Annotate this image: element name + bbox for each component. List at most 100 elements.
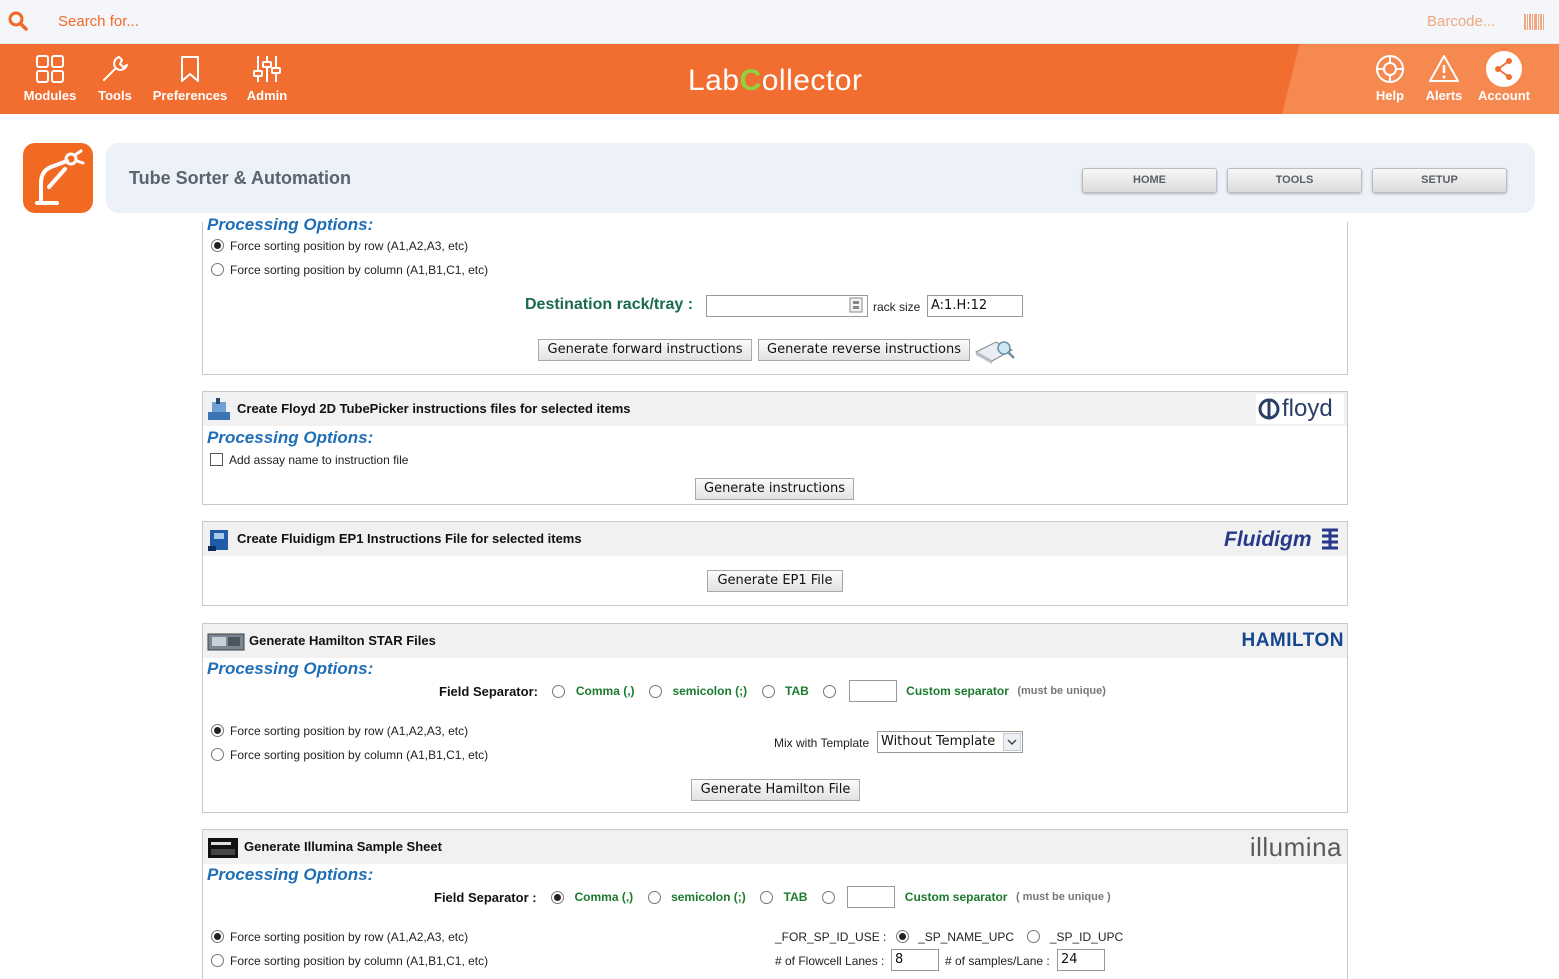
home-button[interactable]: HOME: [1082, 168, 1217, 193]
sort-by-row-radio[interactable]: [211, 239, 224, 252]
illumina-title: Generate Illumina Sample Sheet: [244, 839, 442, 854]
hamilton-custom-input[interactable]: [848, 680, 897, 702]
logo-text-3: ollector: [761, 64, 863, 97]
nav-tools-label: Tools: [98, 88, 132, 103]
sp-id-radio[interactable]: [1027, 930, 1041, 943]
fluidigm-panel: Create Fluidigm EP1 Instructions File fo…: [202, 521, 1348, 606]
hamilton-tab-label: TAB: [785, 684, 809, 698]
picker-icon[interactable]: [849, 297, 863, 313]
sp-name-radio[interactable]: [895, 930, 909, 943]
hamilton-title: Generate Hamilton STAR Files: [249, 633, 436, 648]
generate-hamilton-button[interactable]: Generate Hamilton File: [691, 779, 860, 801]
illumina-custom-radio[interactable]: [821, 890, 835, 904]
floyd-title: Create Floyd 2D TubePicker instructions …: [237, 401, 631, 416]
sp-id-use-row: _FOR_SP_ID_USE : _SP_NAME_UPC _SP_ID_UPC: [775, 930, 1123, 944]
fluidigm-device-icon: [208, 530, 228, 551]
mix-template-select[interactable]: Without Template: [877, 731, 1023, 753]
grid-icon: [36, 55, 64, 83]
rack-size-input[interactable]: A:1.H:12: [927, 295, 1023, 317]
assay-name-checkbox[interactable]: [210, 453, 223, 466]
hamilton-logo-part1: HAMILT: [1241, 630, 1315, 651]
scanner-icon[interactable]: [974, 336, 1016, 364]
search-input[interactable]: Search for...: [58, 13, 139, 30]
sort-by-column-label: Force sorting position by column (A1,B1,…: [230, 263, 489, 277]
samples-per-lane-input[interactable]: 24: [1057, 949, 1105, 971]
assay-name-label: Add assay name to instruction file: [229, 453, 409, 467]
flowcell-lanes-label: # of Flowcell Lanes :: [775, 954, 885, 968]
floyd-logo: floyd: [1256, 394, 1344, 424]
illumina-logo-text: illumina: [1249, 832, 1342, 862]
labcollector-logo[interactable]: LabCollector: [688, 64, 862, 98]
hamilton-sort-column-radio[interactable]: [211, 748, 224, 761]
wrench-icon: [103, 56, 128, 81]
illumina-sort-column-radio[interactable]: [211, 954, 224, 967]
illumina-comma-radio[interactable]: [551, 890, 565, 904]
nav-modules[interactable]: Modules: [20, 44, 80, 114]
fluidigm-logo-text: Fluidigm: [1224, 528, 1312, 551]
nav-tools[interactable]: Tools: [92, 44, 138, 114]
hamilton-logo-text: HAMILTON: [1241, 630, 1344, 651]
illumina-sort-row-radio[interactable]: [211, 930, 224, 943]
barcode-icon[interactable]: [1524, 14, 1544, 30]
illumina-custom-input[interactable]: [847, 886, 896, 908]
sp-id-use-label: _FOR_SP_ID_USE :: [775, 930, 887, 944]
nav-help[interactable]: Help: [1368, 44, 1412, 114]
hamilton-field-separator-label: Field Separator:: [439, 683, 538, 699]
logo-text-1: Lab: [688, 64, 740, 97]
nav-help-label: Help: [1375, 88, 1405, 103]
hamilton-separator-row: Field Separator: Comma (,) semicolon (;)…: [439, 680, 1106, 702]
illumina-comma-label: Comma (,): [574, 890, 634, 904]
nav-preferences[interactable]: Preferences: [150, 44, 230, 114]
illumina-field-separator-label: Field Separator :: [434, 889, 537, 905]
hamilton-sort-row-option[interactable]: Force sorting position by row (A1,A2,A3,…: [211, 724, 468, 738]
illumina-tab-radio[interactable]: [760, 890, 774, 904]
hamilton-sort-column-option[interactable]: Force sorting position by column (A1,B1,…: [211, 748, 488, 762]
chevron-down-icon[interactable]: [1003, 733, 1021, 751]
illumina-panel: Generate Illumina Sample Sheet illumina …: [202, 829, 1348, 979]
generate-reverse-button[interactable]: Generate reverse instructions: [758, 339, 970, 361]
destination-input[interactable]: [706, 295, 868, 317]
bookmark-icon: [181, 56, 199, 82]
hamilton-logo-o: O: [1314, 630, 1330, 651]
generate-instructions-button[interactable]: Generate instructions: [695, 478, 854, 500]
mix-template-label: Mix with Template: [774, 736, 870, 750]
hamilton-panel-header: Generate Hamilton STAR Files HAMILTON: [203, 624, 1347, 658]
nav-alerts-label: Alerts: [1425, 88, 1463, 103]
hamilton-sort-row-radio[interactable]: [211, 724, 224, 737]
illumina-sort-column-option[interactable]: Force sorting position by column (A1,B1,…: [211, 954, 488, 968]
illumina-separator-row: Field Separator : Comma (,) semicolon (;…: [434, 886, 1111, 908]
illumina-tab-label: TAB: [783, 890, 808, 904]
fluidigm-logo-mark: [1322, 528, 1338, 550]
assay-name-option[interactable]: Add assay name to instruction file: [210, 453, 408, 467]
main-nav: Modules Tools Preferences Admin LabColle…: [0, 44, 1559, 114]
hamilton-comma-radio[interactable]: [552, 684, 566, 698]
hamilton-custom-radio[interactable]: [823, 684, 837, 698]
nav-alerts[interactable]: Alerts: [1422, 44, 1466, 114]
fluidigm-title: Create Fluidigm EP1 Instructions File fo…: [237, 531, 582, 546]
sort-by-column-option[interactable]: Force sorting position by column (A1,B1,…: [211, 263, 488, 277]
hamilton-processing-options: Processing Options:: [207, 659, 374, 678]
floyd-panel: Create Floyd 2D TubePicker instructions …: [202, 391, 1348, 505]
logo-text-2: C: [739, 64, 762, 97]
nav-admin[interactable]: Admin: [244, 44, 290, 114]
generate-ep1-button[interactable]: Generate EP1 File: [707, 570, 843, 592]
sort-by-row-label: Force sorting position by row (A1,A2,A3,…: [230, 239, 469, 253]
tools-button[interactable]: TOOLS: [1227, 168, 1362, 193]
nav-account[interactable]: Account: [1476, 44, 1532, 114]
fluidigm-logo: Fluidigm: [1224, 524, 1344, 554]
robot-arm-icon: [23, 143, 93, 213]
nav-modules-label: Modules: [23, 88, 77, 103]
sort-by-column-radio[interactable]: [211, 263, 224, 276]
barcode-input[interactable]: Barcode...: [1427, 13, 1495, 30]
hamilton-semicolon-radio[interactable]: [649, 684, 662, 698]
generate-forward-button[interactable]: Generate forward instructions: [538, 339, 752, 361]
sort-by-row-option[interactable]: Force sorting position by row (A1,A2,A3,…: [211, 239, 468, 253]
search-icon[interactable]: [8, 11, 28, 31]
flowcell-lanes-input[interactable]: 8: [891, 949, 939, 971]
hamilton-tab-radio[interactable]: [761, 684, 775, 698]
mix-template-value: Without Template: [881, 734, 996, 749]
illumina-sort-row-option[interactable]: Force sorting position by row (A1,A2,A3,…: [211, 930, 468, 944]
setup-button[interactable]: SETUP: [1372, 168, 1507, 193]
fluidigm-panel-header: Create Fluidigm EP1 Instructions File fo…: [203, 522, 1347, 556]
illumina-semicolon-radio[interactable]: [647, 890, 661, 904]
